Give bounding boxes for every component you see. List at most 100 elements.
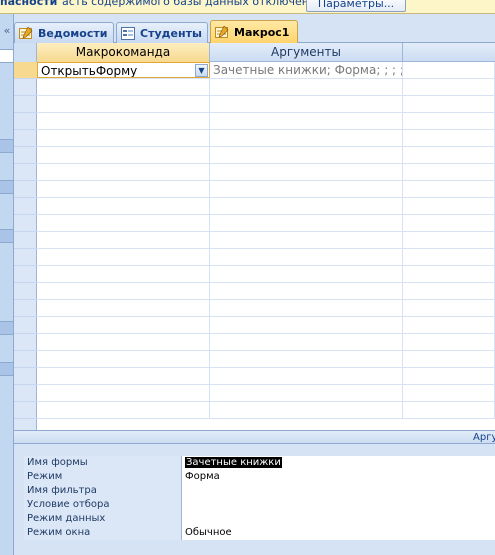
table-row[interactable] <box>37 198 495 215</box>
action-cell[interactable] <box>37 317 210 333</box>
row-selector[interactable] <box>14 164 37 181</box>
nav-pane-item[interactable] <box>0 229 13 243</box>
nav-pane-item[interactable] <box>0 139 13 153</box>
action-cell[interactable] <box>37 79 210 95</box>
table-row[interactable] <box>37 334 495 351</box>
table-row[interactable] <box>37 249 495 266</box>
row-selector[interactable] <box>14 249 37 266</box>
action-cell[interactable] <box>37 232 210 248</box>
chevron-down-icon[interactable]: ▼ <box>195 64 208 77</box>
table-row[interactable] <box>37 113 495 130</box>
row-selector[interactable] <box>14 300 37 317</box>
prop-row-filter-name[interactable]: Имя фильтра <box>24 484 495 498</box>
tab-makros1[interactable]: Макрос1 <box>210 20 298 44</box>
table-row[interactable] <box>37 300 495 317</box>
row-selector[interactable] <box>14 283 37 300</box>
column-header-action[interactable]: Макрокоманда <box>37 43 210 62</box>
prop-row-form-name[interactable]: Имя формы Зачетные книжки <box>24 456 495 470</box>
table-row[interactable] <box>37 215 495 232</box>
row-selector[interactable] <box>14 402 37 419</box>
action-cell[interactable] <box>37 402 210 418</box>
comment-cell[interactable] <box>403 249 495 265</box>
row-selector[interactable] <box>14 351 37 368</box>
action-cell[interactable] <box>37 300 210 316</box>
table-row[interactable] <box>37 368 495 385</box>
comment-cell[interactable] <box>403 317 495 333</box>
tab-studenty[interactable]: Студенты <box>116 22 208 43</box>
row-selector[interactable] <box>14 181 37 198</box>
arguments-cell[interactable] <box>210 215 403 231</box>
prop-row-where-condition[interactable]: Условие отбора <box>24 498 495 512</box>
action-cell[interactable] <box>37 215 210 231</box>
comment-cell[interactable] <box>403 266 495 282</box>
table-row[interactable] <box>37 317 495 334</box>
prop-row-window-mode[interactable]: Режим окна Обычное <box>24 526 495 540</box>
row-selector[interactable] <box>14 334 37 351</box>
comment-cell[interactable] <box>403 351 495 367</box>
table-row[interactable] <box>37 79 495 96</box>
action-cell[interactable] <box>37 334 210 350</box>
row-selector[interactable] <box>14 198 37 215</box>
arguments-cell[interactable] <box>210 368 403 384</box>
comment-cell[interactable] <box>403 113 495 129</box>
form-name-field[interactable]: Зачетные книжки <box>182 456 495 470</box>
collapse-nav-icon[interactable]: « <box>0 24 14 37</box>
arguments-cell[interactable] <box>210 164 403 180</box>
comment-cell[interactable] <box>403 130 495 146</box>
comment-cell[interactable] <box>403 181 495 197</box>
arguments-cell[interactable] <box>210 249 403 265</box>
comment-cell[interactable] <box>403 283 495 299</box>
arguments-cell[interactable] <box>210 181 403 197</box>
comment-cell[interactable] <box>403 147 495 163</box>
row-selector[interactable] <box>14 62 37 79</box>
select-all-corner[interactable] <box>14 43 37 62</box>
table-row[interactable] <box>37 283 495 300</box>
row-selector[interactable] <box>14 385 37 402</box>
table-row[interactable] <box>37 130 495 147</box>
arguments-cell[interactable] <box>210 300 403 316</box>
data-mode-field[interactable] <box>182 512 495 526</box>
comment-cell[interactable] <box>403 300 495 316</box>
arguments-cell[interactable] <box>210 113 403 129</box>
where-condition-field[interactable] <box>182 498 495 512</box>
arguments-cell[interactable] <box>210 130 403 146</box>
arguments-cell[interactable] <box>210 96 403 112</box>
arguments-cell[interactable] <box>210 198 403 214</box>
row-selector[interactable] <box>14 368 37 385</box>
nav-pane-item[interactable] <box>0 49 13 63</box>
action-cell[interactable]: ОткрытьФорму ▼ <box>37 62 210 78</box>
nav-pane-item[interactable] <box>0 362 13 376</box>
comment-cell[interactable] <box>403 385 495 401</box>
arguments-cell[interactable] <box>210 334 403 350</box>
column-header-arguments[interactable]: Аргументы <box>210 43 403 62</box>
action-cell[interactable] <box>37 249 210 265</box>
table-row[interactable] <box>37 164 495 181</box>
nav-pane-item[interactable] <box>0 180 13 194</box>
table-row[interactable] <box>37 351 495 368</box>
comment-cell[interactable] <box>403 164 495 180</box>
comment-cell[interactable] <box>403 368 495 384</box>
action-cell[interactable] <box>37 96 210 112</box>
window-mode-field[interactable]: Обычное <box>182 526 495 540</box>
arguments-cell[interactable] <box>210 232 403 248</box>
arguments-cell[interactable] <box>210 283 403 299</box>
action-cell[interactable] <box>37 113 210 129</box>
nav-pane-item[interactable] <box>0 321 13 335</box>
table-row[interactable] <box>37 402 495 419</box>
action-cell[interactable] <box>37 164 210 180</box>
comment-cell[interactable] <box>403 232 495 248</box>
arguments-cell[interactable]: Зачетные книжки; Форма; ; ; ; <box>210 62 403 78</box>
comment-cell[interactable] <box>403 198 495 214</box>
row-selector[interactable] <box>14 79 37 96</box>
action-cell[interactable] <box>37 266 210 282</box>
comment-cell[interactable] <box>403 96 495 112</box>
filter-name-field[interactable] <box>182 484 495 498</box>
arguments-cell[interactable] <box>210 385 403 401</box>
table-row[interactable] <box>37 266 495 283</box>
prop-row-view[interactable]: Режим Форма <box>24 470 495 484</box>
action-cell[interactable] <box>37 147 210 163</box>
arguments-cell[interactable] <box>210 147 403 163</box>
row-selector[interactable] <box>14 215 37 232</box>
action-cell[interactable] <box>37 283 210 299</box>
action-cell[interactable] <box>37 351 210 367</box>
